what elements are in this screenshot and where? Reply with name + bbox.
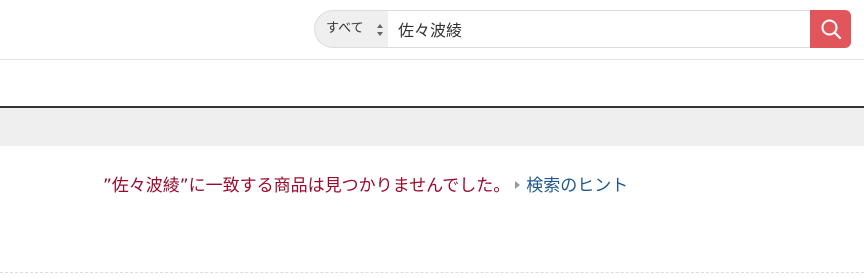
up-down-arrows-icon [377,24,383,36]
header: すべて [0,0,864,60]
search-input[interactable] [388,10,810,48]
search-hints-link[interactable]: 検索のヒント [526,176,628,196]
no-results-message: ”佐々波綾”に一致する商品は見つかりませんでした。 検索のヒント [103,175,628,197]
page: すべて ”佐々波綾”に一致する商品は見つかりませんでした。検索のヒント [0,0,864,278]
category-select-label: すべて [326,21,364,36]
search-icon [821,19,842,40]
search-button[interactable] [810,10,851,48]
category-select[interactable]: すべて [314,10,388,48]
caret-right-icon [515,181,521,189]
results-toolbar-band [0,108,864,146]
bottom-divider [0,272,864,273]
no-results-text: ”佐々波綾”に一致する商品は見つかりませんでした。 [103,176,511,196]
search-bar: すべて [314,10,851,48]
